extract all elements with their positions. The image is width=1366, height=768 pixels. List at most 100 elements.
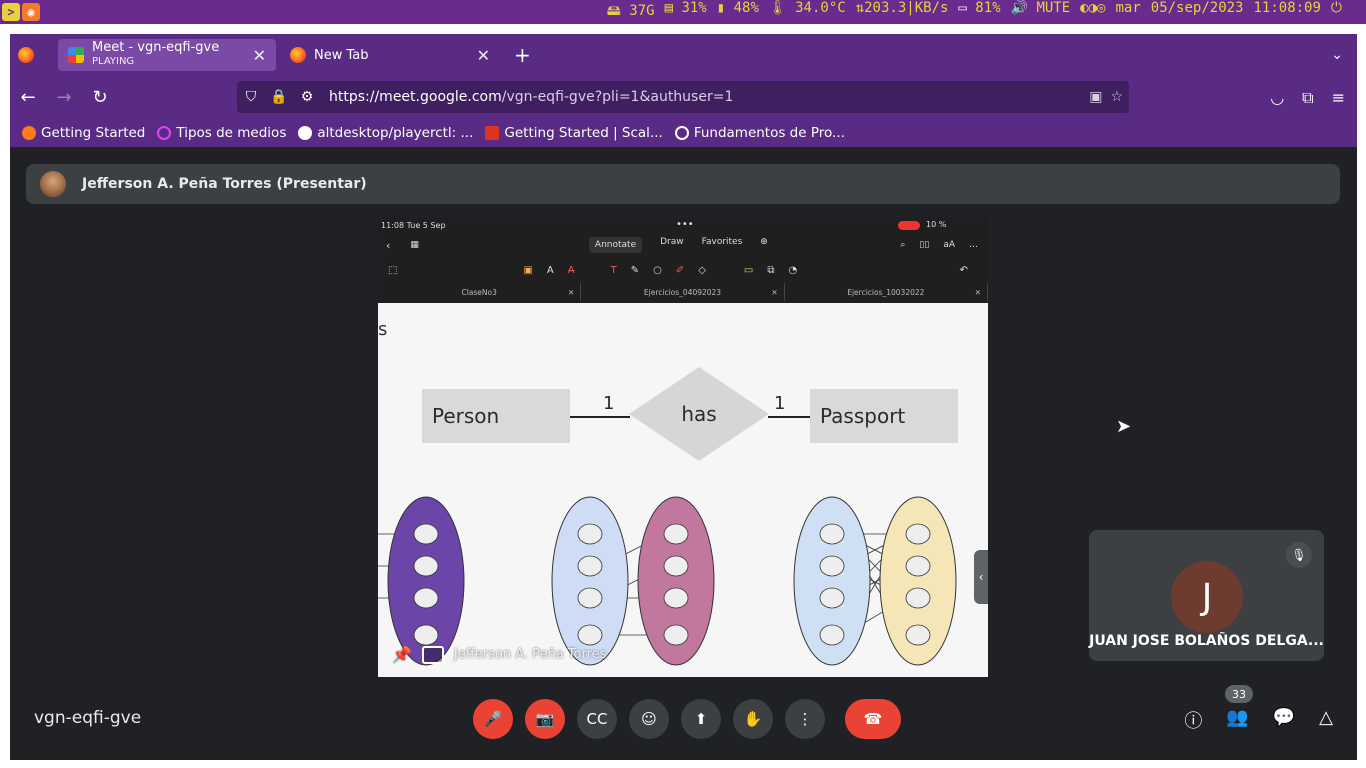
raise-hand-button[interactable]: ✋: [733, 699, 773, 739]
github-icon: [298, 126, 313, 140]
eraser-icon: ◇: [698, 264, 706, 276]
connector-line: [768, 416, 810, 418]
chevron-down-icon[interactable]: ⌄: [1331, 47, 1343, 63]
pocket-icon[interactable]: ◡: [1270, 88, 1284, 108]
record-icon: [898, 221, 920, 230]
participant-count-badge: 33: [1225, 685, 1253, 703]
menu-icon[interactable]: ≡: [1332, 88, 1345, 108]
more-dots-icon: •••: [676, 219, 694, 230]
mode-draw: Draw: [660, 237, 684, 247]
participant-tile[interactable]: 🎙 J JUAN JOSE BOLAÑOS DELGA...: [1089, 530, 1324, 661]
doc-tab: Ejercicios_04092023 ✕: [581, 283, 785, 301]
marker-icon: ✐: [675, 264, 685, 276]
extensions-icon[interactable]: ⧉: [1302, 88, 1313, 108]
present-button[interactable]: ⬆: [681, 699, 721, 739]
permissions-icon[interactable]: ⚙: [293, 89, 321, 105]
lock-icon[interactable]: 🔒: [265, 89, 293, 105]
bookmark-getting-started[interactable]: Getting Started: [22, 125, 145, 141]
ipad-battery: 10 %: [926, 220, 947, 229]
mode-favorites: Favorites: [701, 237, 743, 247]
tray-icons[interactable]: ◐◑◎: [1080, 0, 1105, 24]
chevron-left-icon[interactable]: ‹: [974, 550, 988, 604]
toolbar-right: ◡ ⧉ ≡: [1270, 88, 1345, 108]
scala-icon: [485, 126, 500, 140]
info-icon[interactable]: ⓘ: [1184, 707, 1202, 733]
firefox-icon[interactable]: ◉: [22, 3, 40, 21]
chat-icon[interactable]: 💬: [1273, 707, 1295, 733]
er-diagram: s Person 1 has 1 Passport: [378, 303, 988, 677]
undo-icon: ↶: [959, 264, 968, 276]
participant-name: JUAN JOSE BOLAÑOS DELGA...: [1089, 633, 1324, 649]
relationship-label: has: [681, 402, 717, 426]
doc-tab: ClaseNo3 ✕: [378, 283, 582, 301]
tab-meet[interactable]: Meet - vgn-eqfi-gve PLAYING ✕: [58, 39, 276, 71]
weekday: mar: [1115, 0, 1141, 16]
bookmark-star-icon[interactable]: ☆: [1110, 89, 1123, 105]
url-text[interactable]: https://meet.google.com/vgn-eqfi-gve?pli…: [329, 89, 733, 105]
bookmark-fundamentos[interactable]: Fundamentos de Pro...: [674, 125, 845, 141]
reload-icon[interactable]: ↻: [82, 87, 118, 108]
people-icon[interactable]: 👥: [1226, 707, 1248, 733]
mode-annotate: Annotate: [588, 237, 643, 253]
new-tab-button[interactable]: +: [514, 43, 531, 67]
emoji-button[interactable]: ☺: [629, 699, 669, 739]
bookmark-tipos-de-medios[interactable]: Tipos de medios: [157, 125, 286, 141]
select-icon: ⬚: [388, 264, 398, 276]
comment-icon: ▭: [743, 264, 754, 276]
more-options-button[interactable]: ⋮: [785, 699, 825, 739]
tab-new[interactable]: New Tab ✕: [280, 39, 500, 71]
close-tab-icon[interactable]: ✕: [477, 46, 490, 65]
leave-call-button[interactable]: ☎: [845, 699, 901, 739]
document-tabs: ClaseNo3 ✕ Ejercicios_04092023 ✕ Ejercicio…: [378, 283, 988, 301]
cpu-indicator: ▤ 31%: [664, 0, 707, 16]
tab-title: Meet - vgn-eqfi-gve: [92, 40, 220, 55]
mic-off-button[interactable]: 🎤: [473, 699, 513, 739]
circle-icon: [157, 126, 172, 140]
globe-icon: [674, 126, 689, 140]
side-controls: ⓘ 👥 💬 △: [1184, 707, 1333, 733]
shape-icon: ○: [653, 264, 662, 276]
add-icon: ⊕: [760, 237, 768, 247]
firefox-favicon-icon: [290, 47, 306, 63]
presenter-name: Jefferson A. Peña Torres (Presentar): [82, 176, 367, 192]
power-icon[interactable]: ⏻: [1331, 0, 1342, 24]
shield-icon[interactable]: ⛉: [237, 89, 265, 105]
url-bar[interactable]: ⛉ 🔒 ⚙ https://meet.google.com/vgn-eqfi-g…: [237, 81, 1129, 113]
lasso-icon: ◔: [788, 264, 798, 276]
bookmark-scala[interactable]: Getting Started | Scal...: [485, 125, 663, 141]
book-icon: ▯▯: [919, 240, 930, 250]
back-icon: ‹: [386, 238, 391, 252]
captions-button[interactable]: CC: [577, 699, 617, 739]
bookmark-playerctl[interactable]: altdesktop/playerctl: ...: [298, 125, 473, 141]
activities-icon[interactable]: △: [1319, 707, 1333, 733]
stray-glyph: s: [378, 319, 388, 340]
pin-icon[interactable]: 📌: [392, 645, 412, 664]
text-size-icon: aA: [943, 240, 955, 250]
close-tab-icon[interactable]: ✕: [253, 46, 266, 65]
meet-favicon-icon: [68, 47, 84, 63]
battery-indicator: ▭ 81%: [958, 0, 1001, 16]
disk-indicator: 🖴 37G: [606, 3, 655, 19]
presenter-bar: Jefferson A. Peña Torres (Presentar): [26, 164, 1340, 204]
avatar: J: [1171, 561, 1243, 633]
back-icon[interactable]: ←: [10, 87, 46, 108]
screen-share-icon[interactable]: ▣: [1089, 89, 1102, 105]
mic-off-icon: 🎙: [1286, 542, 1312, 568]
volume-indicator[interactable]: 🔊 MUTE: [1011, 0, 1071, 24]
highlight-icon: ▣: [523, 264, 533, 276]
firefox-view-icon[interactable]: [18, 47, 34, 63]
system-status-bar: > ◉ 🖴 37G ▤ 31% ▮ 48% 🌡 34.0°C ⇅203.3|KB…: [0, 0, 1366, 24]
share-footer: 📌 Jefferson A. Peña Torres: [392, 645, 606, 664]
forward-icon[interactable]: →: [46, 87, 82, 108]
connector-line: [570, 416, 630, 418]
terminal-icon[interactable]: >: [2, 3, 20, 21]
network-indicator: ⇅203.3|KB/s: [855, 0, 949, 16]
strike-icon: A̶: [567, 264, 575, 276]
temperature-indicator: 🌡 34.0°C: [768, 0, 846, 16]
grid-icon: ▦: [410, 240, 419, 250]
share-presenter-name: Jefferson A. Peña Torres: [453, 647, 607, 662]
cardinality-right: 1: [774, 393, 786, 414]
date: 05/sep/2023: [1150, 0, 1244, 16]
camera-off-button[interactable]: 📷: [525, 699, 565, 739]
shared-screen: 11:08 Tue 5 Sep ••• 10 % ‹ ▦ Annotate Dr…: [378, 217, 988, 677]
